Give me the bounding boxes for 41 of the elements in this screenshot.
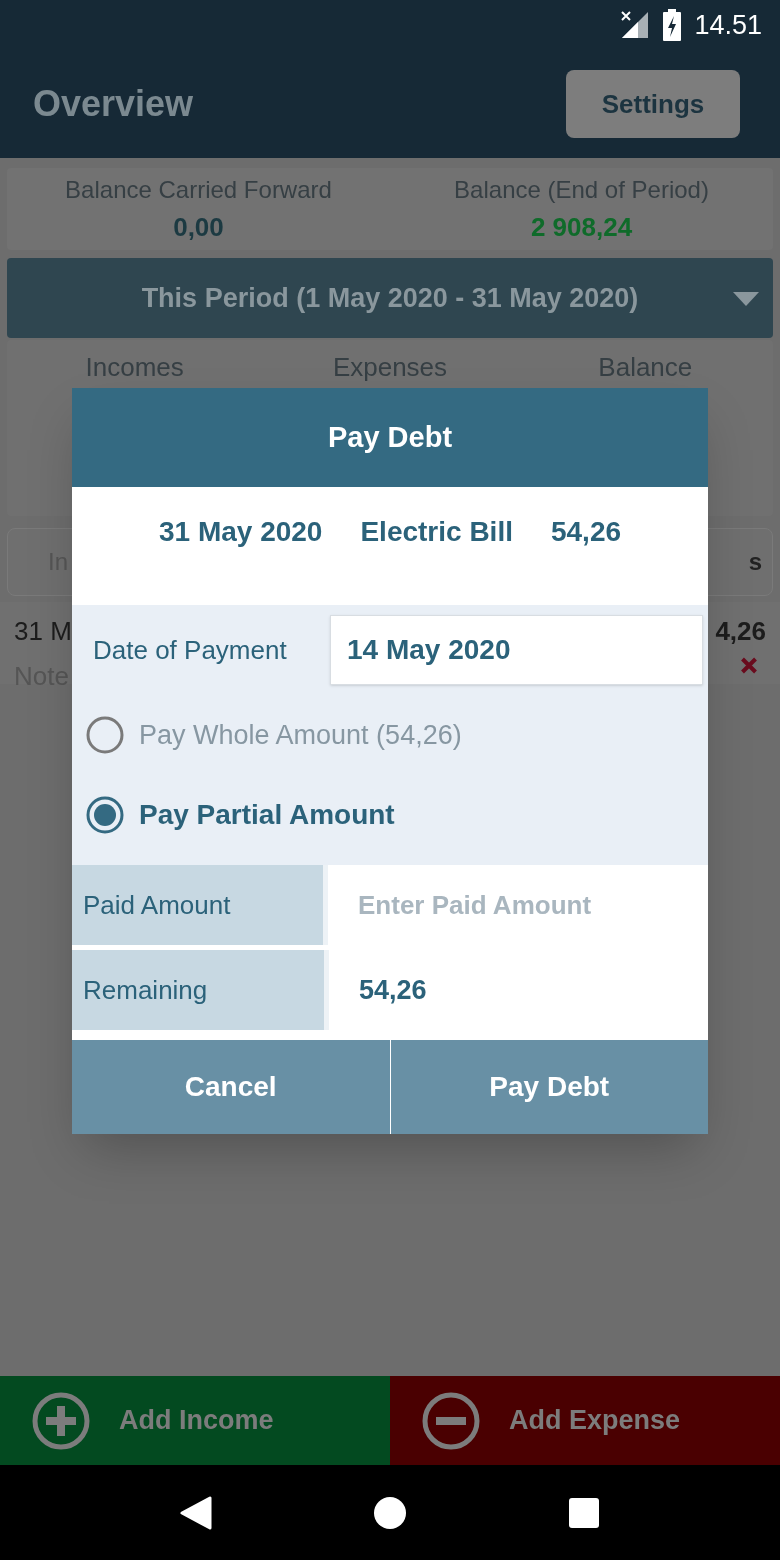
summary-value: 0,00: [173, 210, 224, 244]
totals-column-label: Expenses: [331, 351, 449, 384]
back-icon[interactable]: [180, 1495, 213, 1530]
summary-label: Balance Carried Forward: [65, 174, 332, 205]
minus-circle-icon: [421, 1390, 481, 1451]
pay-debt-button[interactable]: Pay Debt: [390, 1040, 708, 1134]
battery-charging-icon: [662, 9, 683, 41]
dropdown-caret-icon: [733, 292, 759, 306]
payment-option-label: Pay Partial Amount: [139, 798, 395, 832]
debt-date: 31 May 2020: [158, 515, 323, 549]
payment-option-label: Pay Whole Amount (54,26): [139, 718, 462, 752]
cancel-button[interactable]: Cancel: [72, 1040, 390, 1134]
period-selector[interactable]: This Period (1 May 2020 - 31 May 2020): [7, 258, 773, 338]
totals-column-label: Balance: [597, 351, 694, 384]
summary-label: Balance (End of Period): [454, 174, 709, 205]
signal-icon: [620, 10, 651, 40]
paid-amount-label: Paid Amount: [72, 865, 323, 945]
entry-amount: 4,26: [715, 615, 766, 648]
remaining-label: Remaining: [72, 950, 324, 1030]
recents-icon[interactable]: [567, 1496, 600, 1529]
add-income-button[interactable]: Add Income: [0, 1376, 390, 1465]
payment-date-field[interactable]: 14 May 2020: [330, 615, 703, 685]
payment-date-label: Date of Payment: [93, 633, 288, 667]
totals-column-label: Incomes: [84, 351, 185, 384]
radio-button[interactable]: [85, 715, 125, 755]
radio-button[interactable]: [85, 795, 125, 835]
summary-value: 2 908,24: [530, 210, 633, 244]
dialog-title: Pay Debt: [327, 419, 453, 455]
status-time: 14.51: [694, 8, 762, 42]
plus-circle-icon: [31, 1390, 91, 1451]
settings-button[interactable]: Settings: [566, 70, 740, 138]
debt-amount: 54,26: [550, 515, 622, 549]
paid-amount-field[interactable]: Enter Paid Amount: [328, 865, 708, 945]
screen-title: Overview: [33, 82, 194, 126]
add-expense-button[interactable]: Add Expense: [390, 1376, 780, 1465]
home-icon[interactable]: [373, 1495, 407, 1530]
entry-date: 31 M: [14, 615, 72, 648]
payment-option[interactable]: Pay Whole Amount (54,26): [72, 695, 708, 775]
debt-name: Electric Bill: [360, 515, 513, 549]
payment-option[interactable]: Pay Partial Amount: [72, 775, 708, 855]
remaining-value: 54,26: [329, 950, 708, 1030]
